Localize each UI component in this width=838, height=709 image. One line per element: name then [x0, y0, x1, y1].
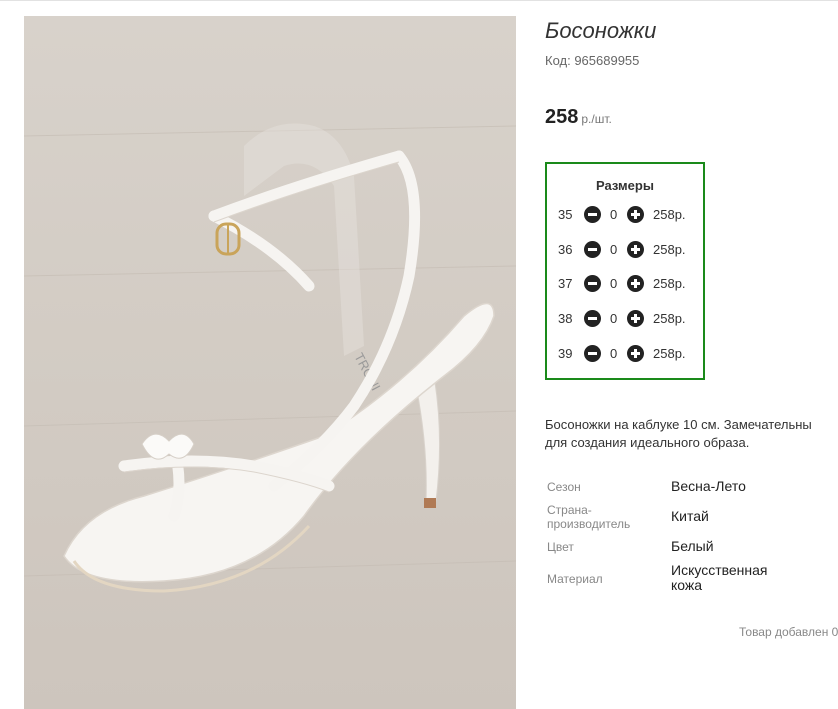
size-label: 36 — [558, 242, 573, 257]
description-line: для создания идеального образа. — [545, 435, 750, 450]
plus-icon[interactable] — [627, 345, 644, 362]
product-title: Босоножки — [545, 18, 657, 43]
sizes-panel: Размеры 35 0 258р. 36 0 258р. 37 0 258р.… — [545, 162, 705, 380]
property-value-line: Искусственная — [671, 562, 768, 578]
minus-icon[interactable] — [584, 345, 601, 362]
property-label-country: Страна- производитель — [547, 503, 630, 531]
property-value-material: Искусственная кожа — [671, 563, 768, 593]
property-value-color: Белый — [671, 538, 714, 554]
product-photo: TRONI — [24, 16, 516, 709]
size-label: 37 — [558, 276, 573, 291]
size-label: 35 — [558, 207, 573, 222]
product-description: Босоножки на каблуке 10 см. Замечательны… — [545, 416, 838, 452]
size-price: 258р. — [653, 207, 686, 222]
sizes-header: Размеры — [596, 178, 654, 193]
size-label: 38 — [558, 311, 573, 326]
size-row: 36 0 258р. — [557, 240, 702, 260]
property-value-season: Весна-Лето — [671, 478, 746, 494]
property-label-season: Сезон — [547, 480, 581, 494]
price-unit: р./шт. — [581, 112, 612, 126]
size-quantity[interactable]: 0 — [610, 276, 617, 291]
size-price: 258р. — [653, 242, 686, 257]
product-price: 258 р./шт. — [545, 106, 612, 129]
property-label-line: производитель — [547, 517, 631, 531]
property-value-country: Китай — [671, 508, 709, 524]
property-label-color: Цвет — [547, 540, 574, 554]
plus-icon[interactable] — [627, 310, 644, 327]
plus-icon[interactable] — [627, 241, 644, 258]
minus-icon[interactable] — [584, 275, 601, 292]
property-label-line: Страна- — [547, 503, 592, 517]
minus-icon[interactable] — [584, 241, 601, 258]
size-quantity[interactable]: 0 — [610, 207, 617, 222]
minus-icon[interactable] — [584, 310, 601, 327]
size-row: 39 0 258р. — [557, 344, 702, 364]
size-price: 258р. — [653, 276, 686, 291]
price-value: 258 — [545, 106, 579, 128]
size-price: 258р. — [653, 311, 686, 326]
size-row: 38 0 258р. — [557, 309, 702, 329]
plus-icon[interactable] — [627, 275, 644, 292]
minus-icon[interactable] — [584, 206, 601, 223]
property-value-line: кожа — [671, 577, 703, 593]
size-price: 258р. — [653, 346, 686, 361]
size-quantity[interactable]: 0 — [610, 346, 617, 361]
top-divider — [0, 0, 838, 1]
description-line: Босоножки на каблуке 10 см. Замечательны — [545, 417, 812, 432]
size-row: 37 0 258р. — [557, 274, 702, 294]
size-quantity[interactable]: 0 — [610, 311, 617, 326]
sandal-illustration: TRONI — [24, 123, 516, 593]
product-code: Код: 965689955 — [545, 53, 640, 68]
added-date: Товар добавлен 0 — [739, 625, 838, 639]
size-quantity[interactable]: 0 — [610, 242, 617, 257]
size-row: 35 0 258р. — [557, 205, 702, 225]
plus-icon[interactable] — [627, 206, 644, 223]
property-label-material: Материал — [547, 572, 603, 586]
size-label: 39 — [558, 346, 573, 361]
